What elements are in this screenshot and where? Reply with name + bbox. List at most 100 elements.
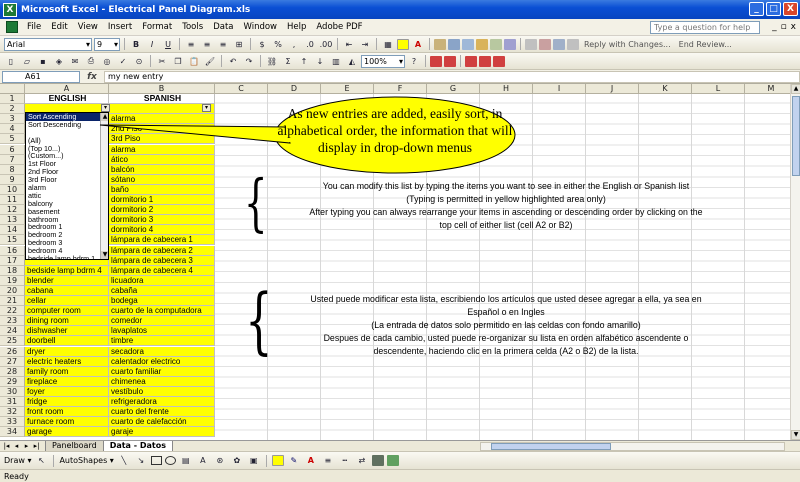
arrow-icon[interactable]: ↘ — [134, 454, 148, 467]
column-header-a[interactable]: A — [25, 84, 109, 94]
end-review-button[interactable]: End Review... — [676, 40, 735, 49]
redo-icon[interactable]: ↷ — [242, 55, 256, 68]
workbook-icon[interactable] — [6, 21, 18, 33]
paste-icon[interactable]: 📋 — [187, 55, 201, 68]
row-header[interactable]: 32 — [0, 407, 25, 418]
cell-spanish[interactable]: cuarto de la computadora — [109, 306, 215, 317]
cell-english[interactable]: doorbell — [25, 336, 109, 347]
menu-data[interactable]: Data — [208, 22, 238, 32]
scroll-thumb[interactable] — [792, 96, 800, 176]
format-painter-icon[interactable]: 🖌 — [203, 55, 217, 68]
cell-spanish[interactable]: vestíbulo — [109, 386, 215, 397]
autoshapes-menu-button[interactable]: AutoShapes ▾ — [59, 456, 113, 465]
row-header[interactable]: 27 — [0, 356, 25, 367]
menu-view[interactable]: View — [73, 22, 103, 32]
menu-adobe-pdf[interactable]: Adobe PDF — [311, 22, 367, 32]
cell-spanish[interactable]: cabaña — [109, 285, 215, 296]
open-icon[interactable]: ▱ — [20, 55, 34, 68]
row-header[interactable]: 20 — [0, 285, 25, 296]
row-header[interactable]: 29 — [0, 376, 25, 387]
row-header[interactable]: 1 — [0, 94, 25, 105]
column-header-l[interactable]: L — [692, 84, 745, 94]
font-color-icon[interactable]: A — [304, 454, 318, 467]
wordart-icon[interactable]: A — [196, 454, 210, 467]
row-header[interactable]: 22 — [0, 306, 25, 317]
new-icon[interactable]: ▯ — [4, 55, 18, 68]
menu-insert[interactable]: Insert — [103, 22, 137, 32]
cell-english[interactable]: dishwasher — [25, 326, 109, 337]
fx-icon[interactable]: fx — [80, 72, 104, 82]
last-sheet-icon[interactable]: ▸| — [32, 442, 41, 450]
clipart-icon[interactable]: ✿ — [230, 454, 244, 467]
merge-center-icon[interactable]: ⊞ — [232, 38, 246, 51]
font-size-select[interactable]: 9 — [94, 37, 120, 51]
cell-spanish[interactable]: comedor — [109, 316, 215, 327]
column-header-b[interactable]: B — [109, 84, 215, 94]
cell-spanish[interactable]: lavaplatos — [109, 326, 215, 337]
underline-button[interactable]: U — [161, 38, 175, 51]
email-icon[interactable]: ✉ — [68, 55, 82, 68]
cell-english[interactable]: blender — [25, 275, 109, 286]
tab-panelboard[interactable]: Panelboard — [45, 440, 104, 452]
column-header-i[interactable]: I — [533, 84, 586, 94]
review-icon-1[interactable] — [525, 38, 537, 50]
fill-color-icon[interactable] — [397, 38, 409, 50]
cell-english[interactable]: dining room — [25, 316, 109, 327]
row-header[interactable]: 21 — [0, 296, 25, 307]
cell-english[interactable]: electric heaters — [25, 356, 109, 367]
menu-window[interactable]: Window — [238, 22, 282, 32]
row-header[interactable]: 19 — [0, 275, 25, 286]
percent-button[interactable]: % — [271, 38, 285, 51]
row-header[interactable]: 30 — [0, 386, 25, 397]
sort-ascending-icon[interactable]: ↑ — [297, 55, 311, 68]
undo-icon[interactable]: ↶ — [226, 55, 240, 68]
row-header[interactable]: 8 — [0, 164, 25, 175]
column-header-h[interactable]: H — [480, 84, 533, 94]
column-header-f[interactable]: F — [374, 84, 427, 94]
font-select[interactable]: Arial — [4, 37, 92, 51]
row-header[interactable]: 25 — [0, 336, 25, 347]
textbox-icon[interactable]: ▤ — [179, 454, 193, 467]
cell-spanish[interactable]: chimenea — [109, 376, 215, 387]
menu-edit[interactable]: Edit — [46, 22, 72, 32]
draw-menu-button[interactable]: Draw ▾ — [4, 456, 31, 465]
row-header[interactable]: 34 — [0, 427, 25, 438]
cell-english[interactable]: foyer — [25, 386, 109, 397]
review-icon-2[interactable] — [539, 38, 551, 50]
align-left-icon[interactable]: ≡ — [184, 38, 198, 51]
row-header[interactable]: 10 — [0, 184, 25, 195]
tab-data-datos[interactable]: Data - Datos — [102, 440, 173, 452]
cell-spanish[interactable]: baño — [109, 184, 215, 195]
cell-english[interactable]: cellar — [25, 296, 109, 307]
shadow-icon[interactable] — [371, 455, 384, 466]
toolbar-icon-3[interactable] — [462, 38, 474, 50]
toolbar-icon-6[interactable] — [504, 38, 516, 50]
column-header-j[interactable]: J — [586, 84, 639, 94]
arrow-style-icon[interactable]: ⇄ — [355, 454, 369, 467]
cell-english[interactable]: front room — [25, 407, 109, 418]
help-icon[interactable]: ? — [407, 55, 421, 68]
formula-input[interactable]: my new entry — [104, 70, 800, 83]
vertical-scrollbar[interactable]: ▲ ▼ — [790, 84, 800, 440]
zoom-select[interactable]: 100% — [361, 54, 405, 68]
close-button[interactable]: X — [783, 2, 798, 16]
cell-english[interactable]: fridge — [25, 397, 109, 408]
hscroll-thumb[interactable] — [491, 443, 611, 450]
hyperlink-icon[interactable]: ⛓ — [265, 55, 279, 68]
cell-english[interactable]: furnace room — [25, 417, 109, 428]
line-style-icon[interactable]: ≡ — [321, 454, 335, 467]
autosum-icon[interactable]: Σ — [281, 55, 295, 68]
cell-english[interactable]: bedside lamp bdrm 4 — [25, 265, 109, 276]
italic-button[interactable]: I — [145, 38, 159, 51]
row-header[interactable]: 12 — [0, 205, 25, 216]
dash-style-icon[interactable]: ┅ — [338, 454, 352, 467]
decrease-indent-icon[interactable]: ⇤ — [342, 38, 356, 51]
row-header[interactable]: 33 — [0, 417, 25, 428]
oval-icon[interactable] — [164, 456, 176, 465]
prev-sheet-icon[interactable]: ◂ — [12, 442, 21, 450]
borders-icon[interactable]: ▦ — [381, 38, 395, 51]
increase-indent-icon[interactable]: ⇥ — [358, 38, 372, 51]
name-box[interactable]: A61 — [2, 70, 80, 83]
fill-color-icon[interactable] — [271, 455, 284, 466]
column-header-k[interactable]: K — [639, 84, 692, 94]
